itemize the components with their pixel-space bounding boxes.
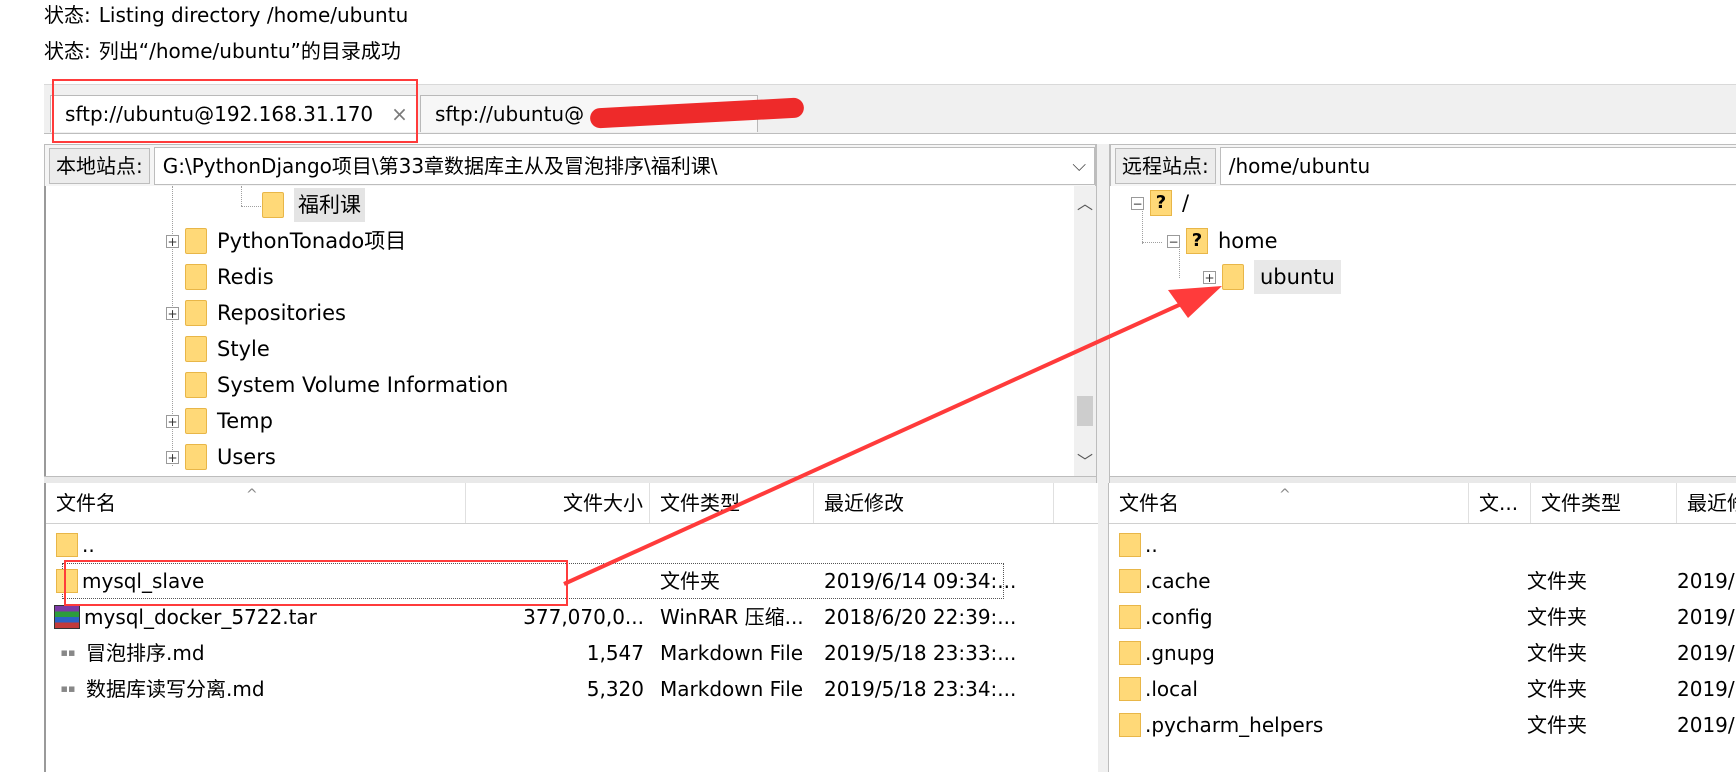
remote-site-label: 远程站点: bbox=[1115, 148, 1216, 184]
winrar-archive-icon bbox=[54, 605, 80, 629]
file-row[interactable]: .config 文件夹 2019/5 bbox=[1109, 599, 1736, 635]
tree-item[interactable]: Redis bbox=[185, 260, 274, 294]
file-row[interactable]: .pycharm_helpers 文件夹 2019/5 bbox=[1109, 707, 1736, 743]
local-tree: 福利课 + PythonTonado项目 Redis + Repositorie… bbox=[44, 186, 1077, 476]
tree-item[interactable]: + Users bbox=[166, 440, 276, 474]
collapse-icon[interactable]: − bbox=[1167, 234, 1180, 248]
folder-icon bbox=[1119, 569, 1141, 593]
tree-item[interactable]: − ? / bbox=[1131, 186, 1189, 220]
folder-icon bbox=[185, 408, 207, 434]
remote-site-bar: 远程站点: /home/ubuntu bbox=[1110, 144, 1736, 188]
folder-icon bbox=[185, 444, 207, 470]
unknown-folder-icon: ? bbox=[1150, 190, 1172, 216]
scroll-thumb[interactable] bbox=[1077, 396, 1093, 426]
file-row[interactable]: .cache 文件夹 2019/6 bbox=[1109, 563, 1736, 599]
local-path-input[interactable]: G:\PythonDjango项目\第33章数据库主从及冒泡排序\福利课\ ⌵ bbox=[153, 147, 1095, 185]
file-row[interactable]: ▪▪ 数据库读写分离.md 5,320 Markdown File 2019/5/… bbox=[46, 671, 1098, 707]
column-header-size[interactable]: 文件大小 bbox=[466, 483, 650, 523]
status-line: 状态: 列出“/home/ubuntu”的目录成功 bbox=[44, 39, 401, 63]
file-row[interactable]: .gnupg 文件夹 2019/5 bbox=[1109, 635, 1736, 671]
column-header-type[interactable]: 文件类型 bbox=[1531, 483, 1677, 523]
file-row[interactable]: .. bbox=[1109, 527, 1736, 563]
folder-icon bbox=[56, 533, 78, 557]
folder-icon bbox=[1119, 605, 1141, 629]
expand-icon[interactable]: + bbox=[166, 306, 179, 320]
column-header-type[interactable]: 文件类型 bbox=[650, 483, 814, 523]
tree-item[interactable]: + ubuntu bbox=[1203, 260, 1341, 294]
folder-icon bbox=[1119, 713, 1141, 737]
annotation-box-tab bbox=[52, 79, 418, 143]
expand-icon[interactable]: + bbox=[166, 450, 179, 464]
column-header-size[interactable]: 文... bbox=[1469, 483, 1531, 523]
sort-asc-icon: ^ bbox=[246, 487, 258, 503]
annotation-box-folder bbox=[64, 560, 568, 606]
column-header-modified[interactable]: 最近修改 bbox=[814, 483, 1054, 523]
local-site-bar: 本地站点: G:\PythonDjango项目\第33章数据库主从及冒泡排序\福… bbox=[44, 144, 1096, 188]
scroll-down-icon[interactable]: ﹀ bbox=[1074, 448, 1096, 472]
status-log: 状态: Listing directory /home/ubuntu 状态: 列出“… bbox=[0, 0, 1736, 84]
local-site-label: 本地站点: bbox=[49, 148, 150, 184]
local-file-list: 文件名 ^ 文件大小 文件类型 最近修改 .. mysql_slave 文件夹 … bbox=[44, 483, 1098, 772]
file-row[interactable]: ▪▪ 冒泡排序.md 1,547 Markdown File 2019/5/18 … bbox=[46, 635, 1098, 671]
tree-item[interactable]: System Volume Information bbox=[185, 368, 508, 402]
column-header-name[interactable]: 文件名 ^ bbox=[1109, 483, 1469, 523]
tree-item[interactable]: − ? home bbox=[1167, 224, 1278, 258]
folder-icon bbox=[1222, 264, 1244, 290]
folder-icon bbox=[1119, 641, 1141, 665]
folder-icon bbox=[262, 192, 284, 218]
list-header: 文件名 ^ 文... 文件类型 最近修 bbox=[1109, 483, 1736, 524]
column-header-name[interactable]: 文件名 ^ bbox=[46, 483, 466, 523]
folder-icon bbox=[185, 336, 207, 362]
tree-item[interactable]: + Temp bbox=[166, 404, 273, 438]
remote-path-input[interactable]: /home/ubuntu bbox=[1219, 147, 1736, 185]
remote-tree: − ? / − ? home + ubuntu bbox=[1108, 186, 1736, 476]
folder-icon bbox=[185, 372, 207, 398]
expand-icon[interactable]: + bbox=[1203, 270, 1216, 284]
tree-item[interactable]: 福利课 bbox=[262, 188, 365, 222]
markdown-file-icon: ▪▪ bbox=[60, 682, 76, 695]
sort-asc-icon: ^ bbox=[1279, 487, 1291, 503]
column-header-modified[interactable]: 最近修 bbox=[1677, 483, 1736, 523]
collapse-icon[interactable]: − bbox=[1131, 196, 1144, 210]
folder-icon bbox=[185, 264, 207, 290]
file-row[interactable]: .local 文件夹 2019/6 bbox=[1109, 671, 1736, 707]
file-row[interactable]: .. bbox=[46, 527, 1098, 563]
tree-item[interactable]: + Repositories bbox=[166, 296, 346, 330]
folder-icon bbox=[185, 300, 207, 326]
chevron-down-icon[interactable]: ⌵ bbox=[1072, 148, 1086, 184]
folder-icon bbox=[1119, 677, 1141, 701]
folder-icon bbox=[185, 228, 207, 254]
tree-item[interactable]: Style bbox=[185, 332, 270, 366]
list-header: 文件名 ^ 文件大小 文件类型 最近修改 bbox=[46, 483, 1098, 524]
markdown-file-icon: ▪▪ bbox=[60, 646, 76, 659]
folder-icon bbox=[1119, 533, 1141, 557]
expand-icon[interactable]: + bbox=[166, 234, 179, 248]
unknown-folder-icon: ? bbox=[1186, 228, 1208, 254]
scroll-up-icon[interactable]: ︿ bbox=[1074, 190, 1096, 214]
local-tree-scrollbar[interactable]: ︿ ﹀ bbox=[1074, 186, 1096, 476]
remote-file-list: 文件名 ^ 文... 文件类型 最近修 .. .cache 文件夹 2019/6… bbox=[1108, 483, 1736, 772]
tree-item[interactable]: + PythonTonado项目 bbox=[166, 224, 406, 258]
status-line: 状态: Listing directory /home/ubuntu bbox=[44, 3, 409, 27]
expand-icon[interactable]: + bbox=[166, 414, 179, 428]
